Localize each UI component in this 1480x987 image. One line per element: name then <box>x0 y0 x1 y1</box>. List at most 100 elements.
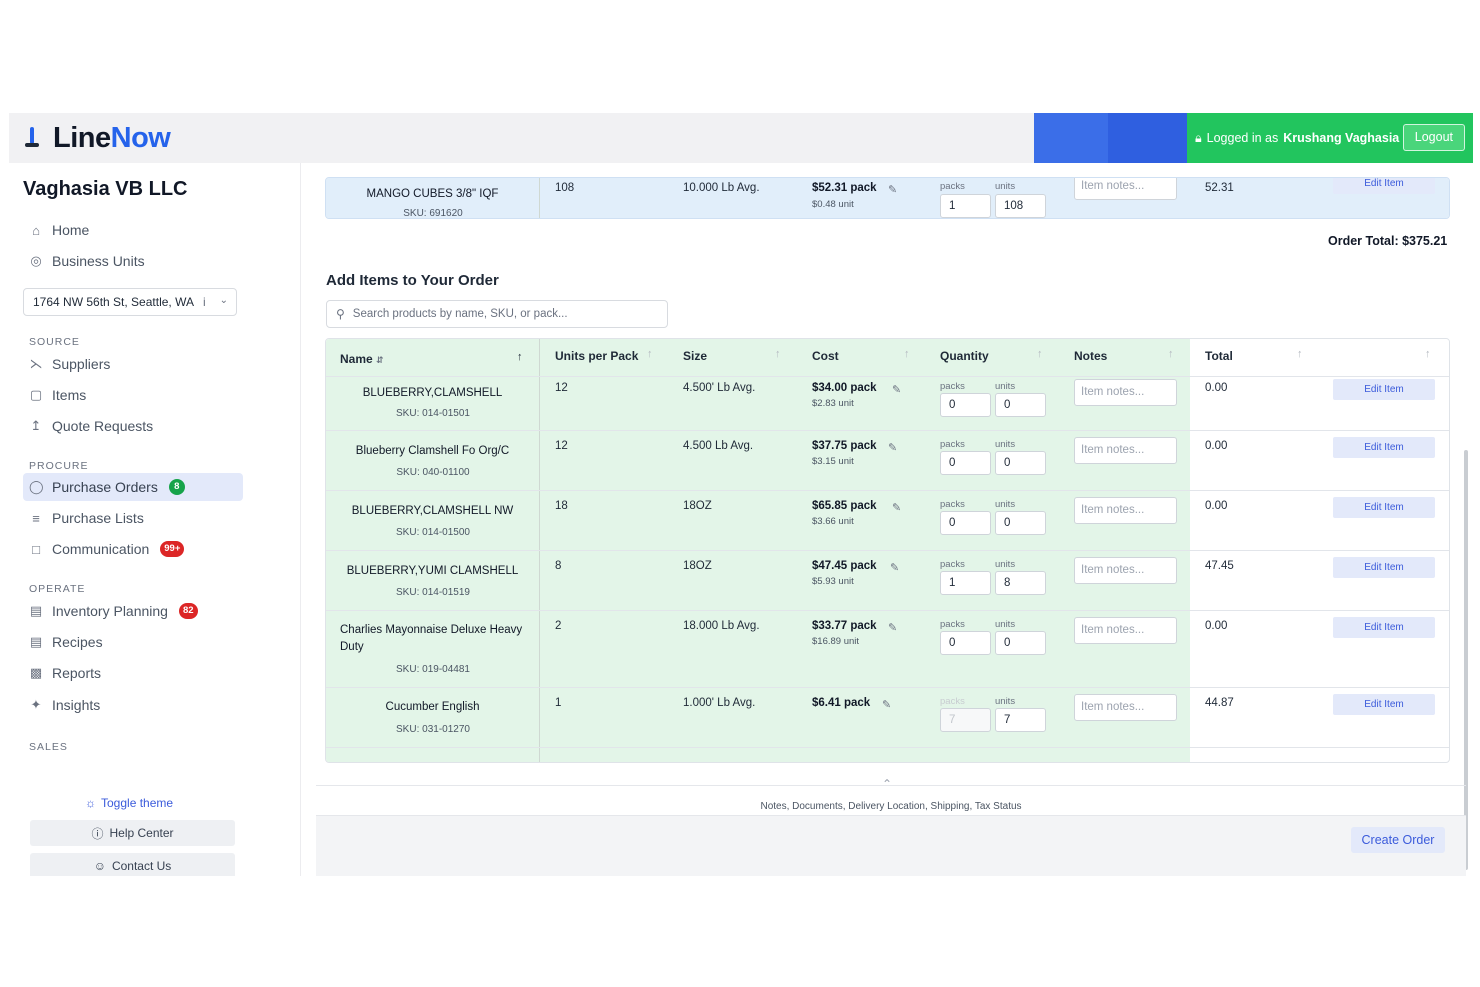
column-header-notes[interactable]: Notes <box>1074 349 1107 363</box>
edit-item-button[interactable]: Edit Item <box>1333 694 1435 715</box>
line-total: 0.00 <box>1205 500 1228 512</box>
name-cell <box>326 748 540 762</box>
row-detail-cells <box>540 748 1190 762</box>
sidebar-item-inventory-planning[interactable]: ▤ Inventory Planning 82 <box>23 597 243 625</box>
packs-input[interactable]: 0 <box>940 393 991 417</box>
sidebar-item-items[interactable]: ▢ Items <box>23 381 243 409</box>
units-input[interactable]: 108 <box>995 194 1046 218</box>
units-label: units <box>995 439 1016 450</box>
app-window: LineNow 🔒︎ Logged in as Krushang Vaghasi… <box>9 113 1473 876</box>
sidebar-item-recipes[interactable]: ▤ Recipes <box>23 628 243 656</box>
product-search-input[interactable]: ⚲ Search products by name, SKU, or pack.… <box>326 300 668 328</box>
edit-item-button[interactable]: Edit Item <box>1333 437 1435 458</box>
packs-input[interactable]: 0 <box>940 631 991 655</box>
sidebar-item-reports[interactable]: ▩ Reports <box>23 659 243 687</box>
sort-ascending-icon[interactable]: ↑ <box>517 351 523 363</box>
logged-in-prefix: Logged in as <box>1206 131 1279 145</box>
size-value: 4.500 Lb Avg. <box>683 440 754 452</box>
packs-label: packs <box>940 439 965 450</box>
column-header-size[interactable]: Size <box>683 349 707 363</box>
sort-icon[interactable]: ↑ <box>775 348 781 360</box>
edit-price-icon[interactable]: ✎ <box>888 621 897 634</box>
units-per-pack: 12 <box>555 382 568 394</box>
units-input[interactable]: 0 <box>995 393 1046 417</box>
brand-name: LineNow <box>53 121 171 155</box>
units-label: units <box>995 499 1016 510</box>
action-bar: Create Order <box>316 815 1466 876</box>
column-header-total[interactable]: Total <box>1205 349 1233 363</box>
sidebar-item-purchase-orders[interactable]: ◯ Purchase Orders 8 <box>23 473 243 501</box>
product-sku: SKU: 019-04481 <box>396 664 470 675</box>
item-notes-input[interactable]: Item notes... <box>1074 694 1177 721</box>
sidebar-item-business-units[interactable]: ◎ Business Units <box>23 247 243 275</box>
section-source: SOURCE <box>29 336 80 348</box>
section-operate: OPERATE <box>29 583 86 595</box>
units-per-pack: 12 <box>555 440 568 452</box>
sort-icon[interactable]: ↑ <box>1297 348 1303 360</box>
edit-price-icon[interactable]: ✎ <box>890 561 899 574</box>
logout-button[interactable]: Logout <box>1402 124 1465 151</box>
edit-item-button[interactable]: Edit Item <box>1333 178 1435 194</box>
edit-price-icon[interactable]: ✎ <box>888 183 897 196</box>
sidebar-item-quote-requests[interactable]: ↥ Quote Requests <box>23 412 243 440</box>
units-input[interactable]: 0 <box>995 511 1046 535</box>
edit-price-icon[interactable]: ✎ <box>888 441 897 454</box>
toggle-theme-button[interactable]: ☼ Toggle theme <box>85 796 173 810</box>
line-total: 52.31 <box>1205 182 1234 194</box>
sidebar-item-label: Insights <box>52 697 101 713</box>
chevron-up-icon[interactable]: ⌃ <box>882 777 892 791</box>
units-input[interactable]: 8 <box>995 571 1046 595</box>
edit-item-button[interactable]: Edit Item <box>1333 617 1435 638</box>
item-notes-input[interactable]: Item notes... <box>1074 557 1177 584</box>
sidebar-item-insights[interactable]: ✦ Insights <box>23 691 243 719</box>
logo[interactable]: LineNow <box>23 121 171 155</box>
item-notes-input[interactable]: Item notes... <box>1074 437 1177 464</box>
item-notes-input[interactable]: Item notes... <box>1074 617 1177 644</box>
sidebar-item-home[interactable]: ⌂ Home <box>23 216 243 244</box>
units-per-pack: 8 <box>555 560 562 572</box>
edit-item-button[interactable]: Edit Item <box>1333 379 1435 400</box>
line-total: 44.87 <box>1205 697 1234 709</box>
item-notes-input[interactable]: Item notes... <box>1074 497 1177 524</box>
sidebar-item-purchase-lists[interactable]: ≡ Purchase Lists <box>23 504 243 532</box>
sidebar-item-suppliers[interactable]: ⋋ Suppliers <box>23 350 243 378</box>
sort-icon[interactable]: ↑ <box>1037 348 1043 360</box>
column-header-units-per-pack[interactable]: Units per Pack <box>555 349 638 363</box>
cost-pack: $33.77 pack <box>812 620 877 632</box>
sidebar-item-communication[interactable]: □ Communication 99+ <box>23 535 243 563</box>
order-details-toggle[interactable]: ⌃ Notes, Documents, Delivery Location, S… <box>316 765 1466 820</box>
order-details-link[interactable]: Notes, Documents, Delivery Location, Shi… <box>316 801 1466 812</box>
chevron-down-icon: ⌄ <box>219 295 228 306</box>
brand-part-now: Now <box>110 121 171 154</box>
edit-item-button[interactable]: Edit Item <box>1333 497 1435 518</box>
item-notes-input[interactable]: Item notes... <box>1074 178 1177 200</box>
contact-us-button[interactable]: ☺ Contact Us <box>30 853 235 876</box>
sort-icon[interactable]: ↑ <box>1425 348 1431 360</box>
item-notes-input[interactable]: Item notes... <box>1074 379 1177 406</box>
edit-price-icon[interactable]: ✎ <box>892 383 901 396</box>
sidebar-item-label: Suppliers <box>52 356 111 372</box>
sidebar-item-label: Quote Requests <box>52 418 154 434</box>
create-order-button[interactable]: Create Order <box>1351 827 1445 853</box>
units-input[interactable]: 7 <box>995 708 1046 732</box>
location-select[interactable]: 1764 NW 56th St, Seattle, WA i ⌄ <box>23 288 237 316</box>
sort-icon[interactable]: ↑ <box>1168 348 1174 360</box>
column-header-quantity[interactable]: Quantity <box>940 349 989 363</box>
column-header-cost[interactable]: Cost <box>812 349 839 363</box>
edit-price-icon[interactable]: ✎ <box>882 698 891 711</box>
packs-input[interactable]: 0 <box>940 451 991 475</box>
sidebar-item-label: Items <box>52 387 87 403</box>
packs-input[interactable]: 1 <box>940 194 991 218</box>
column-label: Name <box>340 352 373 366</box>
column-header-name[interactable]: Name ⇵ <box>340 352 384 366</box>
packs-input[interactable]: 0 <box>940 511 991 535</box>
sort-icon[interactable]: ↑ <box>647 348 653 360</box>
sort-toggle-icon: ⇵ <box>376 355 384 365</box>
sort-icon[interactable]: ↑ <box>904 348 910 360</box>
edit-item-button[interactable]: Edit Item <box>1333 557 1435 578</box>
units-input[interactable]: 0 <box>995 631 1046 655</box>
help-center-button[interactable]: ⓘ Help Center <box>30 820 235 846</box>
edit-price-icon[interactable]: ✎ <box>892 501 901 514</box>
units-input[interactable]: 0 <box>995 451 1046 475</box>
packs-input[interactable]: 1 <box>940 571 991 595</box>
